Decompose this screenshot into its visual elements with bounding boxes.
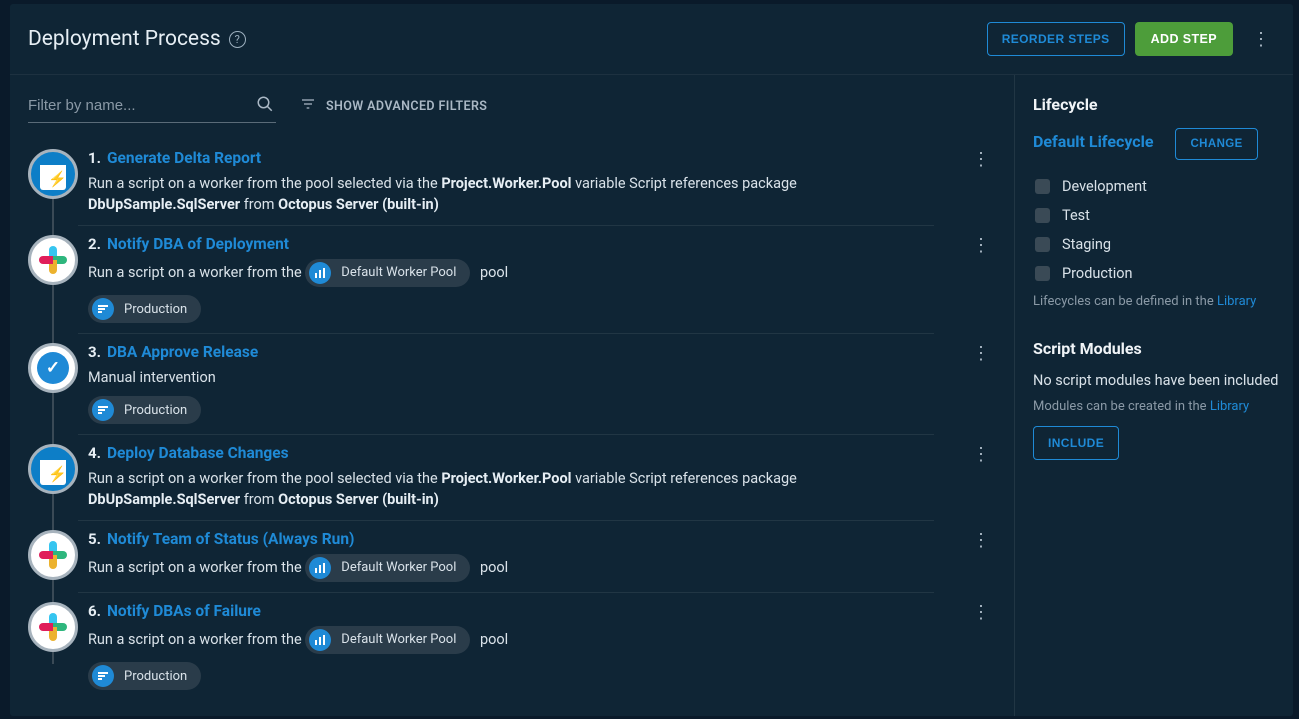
environment-badge[interactable]: Production — [88, 396, 201, 424]
step-title-link[interactable]: Notify DBA of Deployment — [107, 235, 289, 253]
environment-row: Test — [1033, 207, 1279, 224]
environment-swatch — [1035, 266, 1050, 281]
lifecycle-name[interactable]: Default Lifecycle — [1033, 132, 1153, 151]
chart-icon — [309, 629, 331, 651]
scripts-note: Modules can be created in the Library — [1033, 399, 1279, 414]
approval-step-icon: ✓ — [28, 343, 78, 393]
environment-label: Production — [124, 669, 187, 684]
page-title: Deployment Process — [28, 27, 221, 51]
search-icon[interactable] — [256, 95, 274, 117]
step-title-link[interactable]: DBA Approve Release — [107, 343, 258, 361]
step-row: 5. Notify Team of Status (Always Run) Run … — [28, 520, 1014, 592]
database-step-icon: ⚡ — [28, 149, 78, 199]
step-number: 4. — [88, 444, 101, 462]
sidebar: Lifecycle Default Lifecycle CHANGE Devel… — [1015, 75, 1293, 716]
worker-pool-badge[interactable]: Default Worker Pool — [305, 554, 470, 582]
chart-icon — [309, 262, 331, 284]
step-description: Run a script on a worker from the pool s… — [88, 468, 908, 510]
show-advanced-filters-button[interactable]: SHOW ADVANCED FILTERS — [300, 96, 487, 116]
step-number: 1. — [88, 149, 101, 167]
scripts-empty-text: No script modules have been included — [1033, 372, 1279, 389]
filter-input-wrap — [28, 89, 276, 123]
environment-name: Staging — [1062, 236, 1111, 253]
environment-badge[interactable]: Production — [88, 662, 201, 690]
page-header: Deployment Process ? REORDER STEPS ADD S… — [10, 4, 1293, 75]
step-overflow-icon[interactable]: ⋮ — [960, 530, 1014, 551]
lifecycle-heading: Lifecycle — [1033, 95, 1279, 114]
worker-pool-badge[interactable]: Default Worker Pool — [305, 259, 470, 287]
step-row: ⚡ 4. Deploy Database Changes Run a script o… — [28, 434, 1014, 520]
environment-label: Production — [124, 403, 187, 418]
slack-step-icon — [28, 602, 78, 652]
environment-swatch — [1035, 179, 1050, 194]
step-content: 6. Notify DBAs of Failure Run a script on … — [78, 602, 960, 690]
step-overflow-icon[interactable]: ⋮ — [960, 149, 1014, 170]
step-content: 2. Notify DBA of Deployment Run a script o… — [78, 235, 960, 323]
worker-pool-label: Default Worker Pool — [341, 631, 456, 650]
step-description: Manual intervention — [88, 367, 908, 388]
step-title-link[interactable]: Notify DBAs of Failure — [107, 602, 261, 620]
step-title-link[interactable]: Deploy Database Changes — [107, 444, 289, 462]
worker-pool-label: Default Worker Pool — [341, 559, 456, 578]
environment-row: Staging — [1033, 236, 1279, 253]
step-content: 3. DBA Approve Release Manual intervention… — [78, 343, 960, 424]
step-row: ⚡ 1. Generate Delta Report Run a script on … — [28, 139, 1014, 225]
environment-name: Production — [1062, 265, 1133, 282]
step-overflow-icon[interactable]: ⋮ — [960, 602, 1014, 623]
step-row: 2. Notify DBA of Deployment Run a script o… — [28, 225, 1014, 333]
filter-icon — [300, 96, 316, 116]
step-description: Run a script on a worker from the Defaul… — [88, 259, 908, 287]
step-overflow-icon[interactable]: ⋮ — [960, 343, 1014, 364]
reorder-steps-button[interactable]: REORDER STEPS — [987, 22, 1125, 56]
step-description: Run a script on a worker from the pool s… — [88, 173, 908, 215]
step-content: 5. Notify Team of Status (Always Run) Run … — [78, 530, 960, 582]
environment-icon — [92, 298, 114, 320]
step-number: 6. — [88, 602, 101, 620]
change-lifecycle-button[interactable]: CHANGE — [1175, 128, 1257, 160]
environment-icon — [92, 399, 114, 421]
environment-row: Development — [1033, 178, 1279, 195]
step-content: 4. Deploy Database Changes Run a script on… — [78, 444, 960, 510]
step-number: 2. — [88, 235, 101, 253]
step-overflow-icon[interactable]: ⋮ — [960, 444, 1014, 465]
environment-icon — [92, 665, 114, 687]
scripts-heading: Script Modules — [1033, 339, 1279, 358]
steps-panel: SHOW ADVANCED FILTERS ⚡ 1. Generate Delta … — [10, 75, 1015, 716]
environment-name: Development — [1062, 178, 1147, 195]
lifecycle-note: Lifecycles can be defined in the Library — [1033, 294, 1279, 309]
slack-step-icon — [28, 530, 78, 580]
step-description: Run a script on a worker from the Defaul… — [88, 626, 908, 654]
step-title-link[interactable]: Notify Team of Status (Always Run) — [107, 530, 355, 548]
step-overflow-icon[interactable]: ⋮ — [960, 235, 1014, 256]
step-number: 5. — [88, 530, 101, 548]
include-module-button[interactable]: INCLUDE — [1033, 426, 1119, 460]
chart-icon — [309, 557, 331, 579]
environment-label: Production — [124, 302, 187, 317]
environment-name: Test — [1062, 207, 1090, 224]
environment-swatch — [1035, 237, 1050, 252]
step-title-link[interactable]: Generate Delta Report — [107, 149, 261, 167]
add-step-button[interactable]: ADD STEP — [1135, 22, 1233, 56]
worker-pool-label: Default Worker Pool — [341, 264, 456, 283]
environment-badge[interactable]: Production — [88, 295, 201, 323]
header-overflow-icon[interactable]: ⋮ — [1251, 29, 1271, 50]
lifecycle-library-link[interactable]: Library — [1217, 294, 1256, 309]
help-icon[interactable]: ? — [229, 31, 246, 48]
filter-input[interactable] — [28, 89, 276, 122]
step-row: 6. Notify DBAs of Failure Run a script on … — [28, 592, 1014, 700]
slack-step-icon — [28, 235, 78, 285]
advanced-filters-label: SHOW ADVANCED FILTERS — [326, 99, 487, 114]
step-number: 3. — [88, 343, 101, 361]
step-row: ✓ 3. DBA Approve Release Manual interventio… — [28, 333, 1014, 434]
step-description: Run a script on a worker from the Defaul… — [88, 554, 908, 582]
database-step-icon: ⚡ — [28, 444, 78, 494]
environment-swatch — [1035, 208, 1050, 223]
step-content: 1. Generate Delta Report Run a script on a… — [78, 149, 960, 215]
worker-pool-badge[interactable]: Default Worker Pool — [305, 626, 470, 654]
scripts-library-link[interactable]: Library — [1210, 399, 1249, 414]
environment-row: Production — [1033, 265, 1279, 282]
